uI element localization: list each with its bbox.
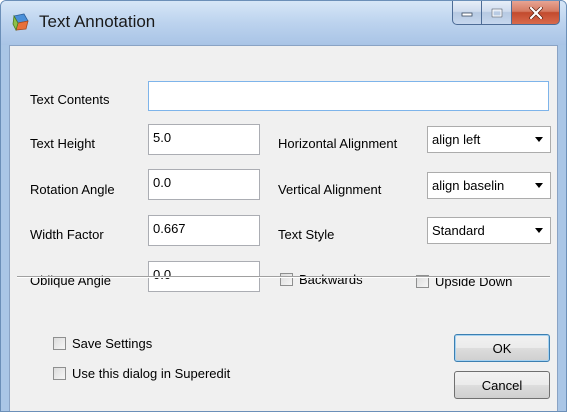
divider xyxy=(17,276,550,278)
width-factor-label: Width Factor xyxy=(30,227,104,242)
text-annotation-app-icon xyxy=(11,12,31,32)
caption-buttons xyxy=(452,1,560,27)
vertical-alignment-label: Vertical Alignment xyxy=(278,182,382,197)
horizontal-alignment-select[interactable]: align left xyxy=(427,126,551,153)
save-settings-checkbox[interactable]: Save Settings xyxy=(53,336,152,351)
minimize-button[interactable] xyxy=(452,1,482,25)
horizontal-alignment-value: align left xyxy=(432,132,481,147)
chevron-down-icon xyxy=(535,183,543,188)
cancel-button[interactable]: Cancel xyxy=(454,371,550,399)
horizontal-alignment-label: Horizontal Alignment xyxy=(278,136,398,151)
text-height-input[interactable]: 5.0 xyxy=(148,124,260,155)
save-settings-label: Save Settings xyxy=(72,336,153,351)
window-title: Text Annotation xyxy=(39,12,156,31)
backwards-label: Backwards xyxy=(299,272,363,287)
maximize-icon xyxy=(491,8,502,17)
text-style-select[interactable]: Standard xyxy=(427,217,551,244)
text-style-label: Text Style xyxy=(278,227,335,242)
text-contents-input[interactable] xyxy=(148,81,549,111)
vertical-alignment-select[interactable]: align baselin xyxy=(427,172,551,199)
text-height-label: Text Height xyxy=(30,136,96,151)
use-in-superedit-checkbox-box[interactable] xyxy=(53,367,66,380)
text-style-value: Standard xyxy=(432,223,485,238)
text-contents-label: Text Contents xyxy=(30,92,110,107)
chevron-down-icon xyxy=(535,137,543,142)
maximize-button[interactable] xyxy=(482,1,512,25)
use-in-superedit-label: Use this dialog in Superedit xyxy=(72,366,231,381)
rotation-angle-input[interactable]: 0.0 xyxy=(148,169,260,200)
text-annotation-dialog: Text Annotation Text Contents Text Heigh… xyxy=(0,0,567,412)
ok-button[interactable]: OK xyxy=(454,334,550,362)
close-button[interactable] xyxy=(512,1,560,25)
title-bar[interactable]: Text Annotation xyxy=(1,1,566,45)
close-icon xyxy=(528,6,543,19)
save-settings-checkbox-box[interactable] xyxy=(53,337,66,350)
chevron-down-icon xyxy=(535,228,543,233)
dialog-body: Text Contents Text Height 5.0 Horizontal… xyxy=(9,45,558,411)
use-in-superedit-checkbox[interactable]: Use this dialog in Superedit xyxy=(53,366,230,381)
backwards-checkbox[interactable]: Backwards xyxy=(280,272,363,287)
backwards-checkbox-box[interactable] xyxy=(280,273,293,286)
rotation-angle-label: Rotation Angle xyxy=(30,182,115,197)
minimize-icon xyxy=(461,12,473,16)
vertical-alignment-value: align baselin xyxy=(432,178,505,193)
width-factor-input[interactable]: 0.667 xyxy=(148,215,260,246)
